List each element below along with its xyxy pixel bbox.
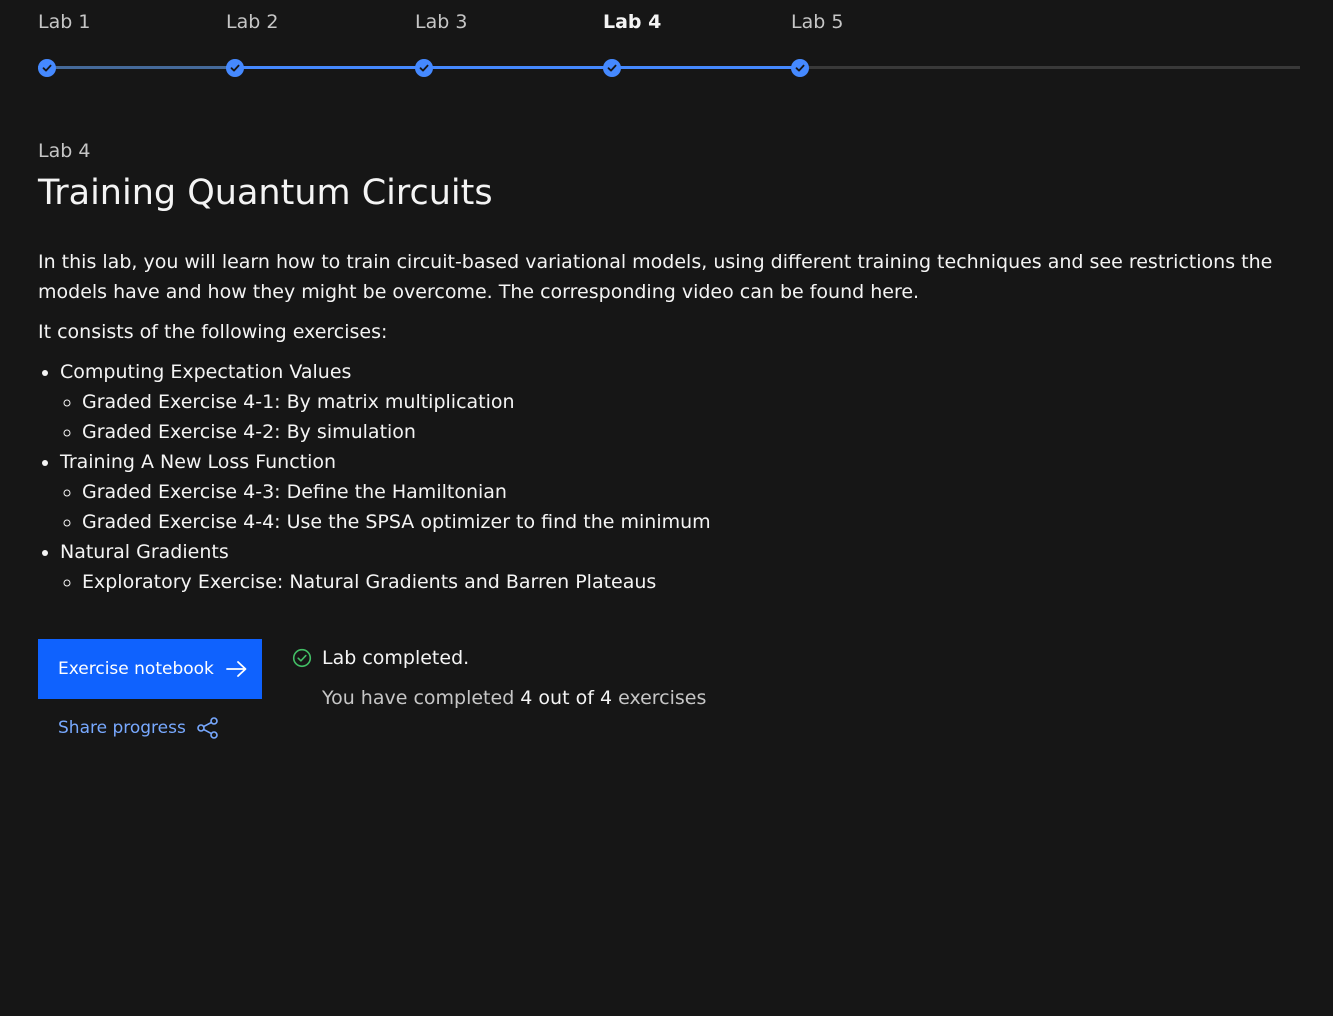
list-item: Graded Exercise 4-3: Define the Hamilton… — [82, 477, 1288, 507]
section-title: Natural Gradients — [60, 541, 229, 563]
lab-eyebrow: Lab 4 — [38, 140, 91, 162]
list-item: Graded Exercise 4-1: By matrix multiplic… — [82, 387, 1288, 417]
step-label-lab-4[interactable]: Lab 4 — [603, 10, 661, 34]
lab-progress-stepper: Lab 1 Lab 2 Lab 3 Lab 4 Lab 5 — [38, 0, 1300, 90]
step-check-icon-lab-3[interactable] — [415, 59, 433, 77]
section-title: Training A New Loss Function — [60, 451, 337, 473]
lab-page: Lab 1 Lab 2 Lab 3 Lab 4 Lab 5 Lab 4 Trai… — [0, 0, 1333, 1016]
completion-summary: You have completed 4 out of 4 exercises — [322, 685, 706, 711]
step-check-icon-lab-5[interactable] — [791, 59, 809, 77]
list-item: Graded Exercise 4-2: By simulation — [82, 417, 1288, 447]
step-check-icon-lab-4[interactable] — [603, 59, 621, 77]
status-title: Lab completed. — [322, 647, 470, 669]
completion-middle: out of — [532, 687, 600, 709]
section-title: Computing Expectation Values — [60, 361, 352, 383]
step-check-icon-lab-2[interactable] — [226, 59, 244, 77]
step-check-icon-lab-1[interactable] — [38, 59, 56, 77]
exercises-intro: It consists of the following exercises: — [38, 321, 388, 343]
exercise-notebook-label: Exercise notebook — [58, 659, 214, 679]
exercise-notebook-button[interactable]: Exercise notebook — [38, 639, 262, 699]
step-label-lab-1[interactable]: Lab 1 — [38, 10, 90, 34]
stepper-progress-line-first — [38, 66, 226, 69]
step-label-lab-2[interactable]: Lab 2 — [226, 10, 278, 34]
arrow-right-icon — [225, 660, 248, 678]
page-title: Training Quantum Circuits — [38, 173, 493, 213]
share-icon — [196, 716, 220, 740]
exercise-list: Computing Expectation Values Graded Exer… — [38, 357, 1288, 597]
completion-suffix: exercises — [612, 687, 707, 709]
list-item: Graded Exercise 4-4: Use the SPSA optimi… — [82, 507, 1288, 537]
checkmark-outline-icon — [292, 648, 312, 668]
share-progress-label: Share progress — [58, 718, 186, 738]
total-count: 4 — [599, 687, 613, 709]
list-item: Training A New Loss Function Graded Exer… — [60, 447, 1288, 537]
completion-prefix: You have completed — [322, 687, 521, 709]
share-progress-link[interactable]: Share progress — [58, 715, 220, 741]
list-item: Exploratory Exercise: Natural Gradients … — [82, 567, 1288, 597]
list-item: Natural Gradients Exploratory Exercise: … — [60, 537, 1288, 597]
step-label-lab-5[interactable]: Lab 5 — [791, 10, 843, 34]
completed-count: 4 — [520, 687, 533, 709]
lab-status: Lab completed. You have completed 4 out … — [292, 645, 706, 711]
lab-intro: In this lab, you will learn how to train… — [38, 251, 1273, 303]
list-item: Computing Expectation Values Graded Exer… — [60, 357, 1288, 447]
lab-description: In this lab, you will learn how to train… — [38, 247, 1288, 597]
step-labels: Lab 1 Lab 2 Lab 3 Lab 4 Lab 5 — [38, 10, 1300, 34]
step-label-lab-3[interactable]: Lab 3 — [415, 10, 467, 34]
